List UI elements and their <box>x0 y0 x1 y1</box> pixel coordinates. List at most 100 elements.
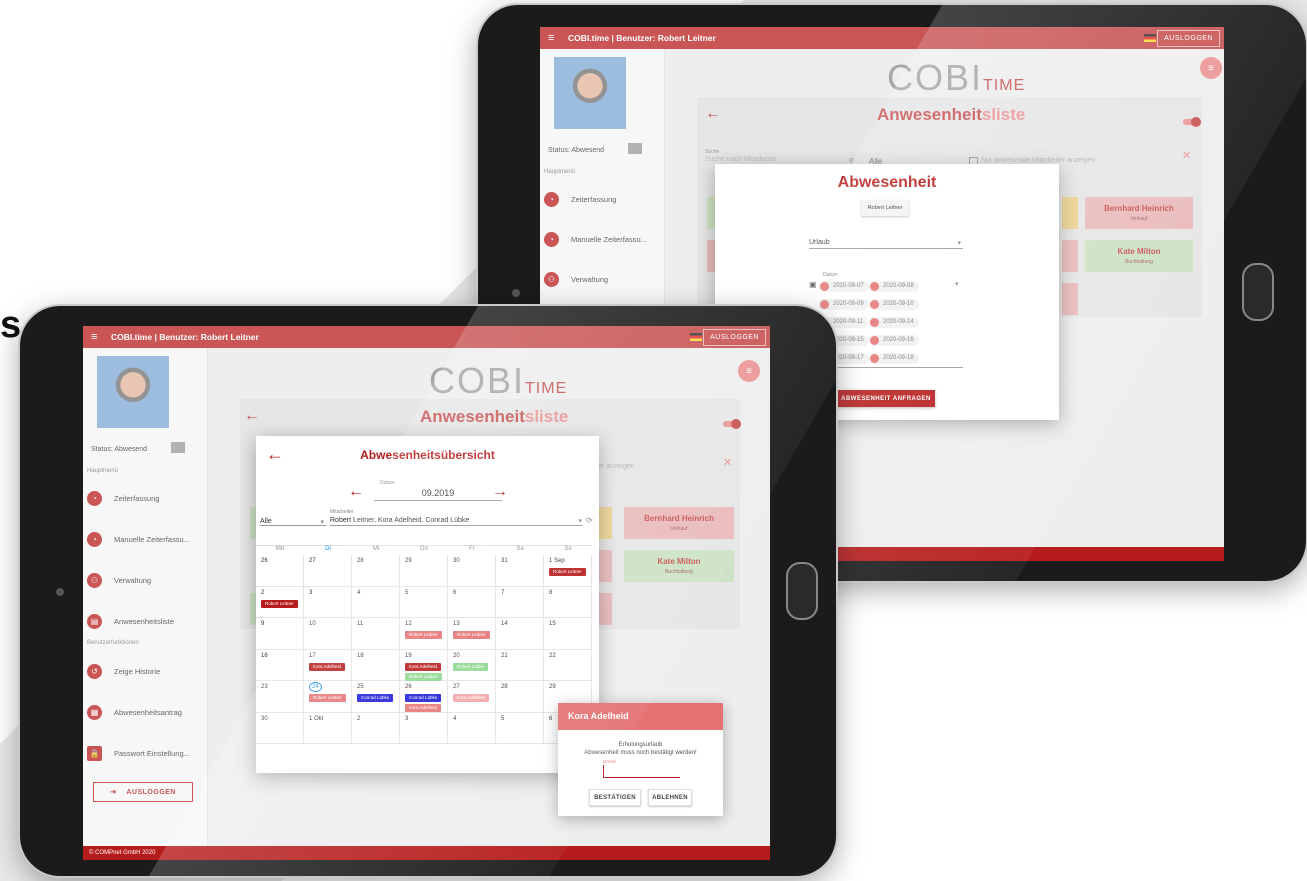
reject-button[interactable]: ABLEHNEN <box>648 789 692 806</box>
calendar-day[interactable]: 28 <box>496 681 544 713</box>
calendar-day[interactable]: 11 <box>352 618 400 650</box>
calendar-event[interactable]: Robert Leitner <box>453 631 490 639</box>
calendar-day[interactable]: 16 <box>256 649 304 681</box>
calendar-event[interactable]: Robert Leitner <box>405 631 442 639</box>
day-number: 4 <box>453 715 457 722</box>
front-screen: ≡ COBI.time | Benutzer: Robert Leitner A… <box>83 326 770 860</box>
filter-select[interactable]: Alle ▾ <box>260 518 326 526</box>
calendar-day[interactable]: 29 <box>400 555 448 587</box>
date-chip[interactable]: 2020-09-08 <box>869 281 919 292</box>
calendar-day[interactable]: 30 <box>256 712 304 744</box>
calendar-day[interactable]: 19 Kora Adelheid Robert Leitner <box>400 649 448 681</box>
calendar-day[interactable]: 12 Robert Leitner <box>400 618 448 650</box>
weekday-header: Sa <box>516 546 524 552</box>
confirm-button[interactable]: BESTÄTIGEN <box>589 789 641 806</box>
reason-input[interactable] <box>603 765 680 778</box>
calendar-event[interactable]: Robert Leitner <box>309 694 346 702</box>
calendar-day[interactable]: 4 <box>448 712 496 744</box>
calendar-day[interactable]: 4 <box>352 586 400 618</box>
day-number: 27 <box>453 684 460 690</box>
absence-popup: Kora Adelheid Erholungsurlaub Abwesenhei… <box>558 703 723 816</box>
day-number: 21 <box>501 652 508 659</box>
refresh-icon[interactable]: ⟳ <box>586 516 593 525</box>
calendar-day[interactable]: 27 <box>304 555 352 587</box>
month-field[interactable]: Datum 09.2019 <box>374 480 502 501</box>
calendar-day[interactable]: 27 Kora Adelheid <box>448 681 496 713</box>
calendar-event[interactable]: Kora Adelheid <box>405 662 442 671</box>
calendar-day[interactable]: 24 Robert Leitner <box>304 681 352 713</box>
day-number: 7 <box>501 589 505 596</box>
chevron-down-icon: ▾ <box>320 519 324 526</box>
popup-header: Kora Adelheid <box>558 703 723 730</box>
calendar-day[interactable]: 2 Robert Leitner <box>256 586 304 618</box>
calendar-day[interactable]: 6 <box>448 586 496 618</box>
day-number: 5 <box>405 589 409 596</box>
calendar-event[interactable]: Conrad Lübke <box>357 694 394 702</box>
user-button[interactable]: Robert Leitner <box>861 200 909 216</box>
calendar-event[interactable]: Kora Adelheid <box>405 704 442 712</box>
date-chip[interactable]: 2020-09-07 <box>819 281 869 292</box>
calendar-day[interactable]: 9 <box>256 618 304 650</box>
weekday-header: So <box>564 546 572 552</box>
calendar-day[interactable]: 26 <box>256 555 304 587</box>
request-absence-button[interactable]: ABWESENHEIT ANFRAGEN <box>837 390 935 407</box>
calendar-day[interactable]: 3 <box>304 586 352 618</box>
calendar-event[interactable]: Robert Leitner <box>261 599 298 608</box>
calendar-day[interactable]: 3 <box>400 712 448 744</box>
date-chip[interactable]: 2020-09-14 <box>869 317 919 328</box>
front-tablet: ≡ COBI.time | Benutzer: Robert Leitner A… <box>20 306 836 876</box>
calendar-day[interactable]: 17 Kora Adelheid <box>304 649 352 681</box>
calendar-day[interactable]: 1 Okt <box>304 712 352 744</box>
weekday-header: Do <box>420 546 428 552</box>
weekday-header: Fr <box>469 546 475 552</box>
calendar-day[interactable]: 2 <box>352 712 400 744</box>
calendar-icon[interactable]: ▣ <box>809 280 817 289</box>
next-month-icon[interactable]: → <box>492 483 508 501</box>
calendar-day[interactable]: 18 <box>352 649 400 681</box>
day-number: 27 <box>309 558 316 564</box>
chevron-down-icon[interactable]: ▾ <box>955 280 959 288</box>
calendar-day[interactable]: 23 <box>256 681 304 713</box>
calendar-day[interactable]: 5 <box>496 712 544 744</box>
calendar-day[interactable]: 13 Robert Leitner <box>448 618 496 650</box>
calendar-day[interactable]: 7 <box>496 586 544 618</box>
home-button <box>1242 263 1274 321</box>
calendar-day[interactable]: 8 <box>544 586 592 618</box>
calendar-day[interactable]: 21 <box>496 649 544 681</box>
day-number: 26 <box>261 558 268 564</box>
date-chip[interactable]: 2020-09-10 <box>869 299 919 310</box>
day-number: 30 <box>261 715 268 722</box>
date-chip[interactable]: 2020-09-18 <box>869 353 919 364</box>
camera <box>512 289 520 297</box>
calendar-day[interactable]: 10 <box>304 618 352 650</box>
calendar-day[interactable]: 22 <box>544 649 592 681</box>
calendar-event[interactable]: Robert Leitner <box>405 672 442 681</box>
employees-select[interactable]: Robert Leitner, Kora Adelheid, Conrad Lü… <box>330 517 582 526</box>
calendar-day[interactable]: 20 Robert Lübke <box>448 649 496 681</box>
day-number: 23 <box>261 684 268 690</box>
calendar-day[interactable]: 28 <box>352 555 400 587</box>
popup-note: Abwesenheit muss noch bestätigt werden! <box>584 750 697 756</box>
calendar-day[interactable]: 30 <box>448 555 496 587</box>
day-number: 17 <box>309 652 316 659</box>
camera <box>56 588 64 596</box>
calendar-day[interactable]: 5 <box>400 586 448 618</box>
stray-letter: s <box>0 304 22 346</box>
calendar-day[interactable]: 25 Conrad Lübke <box>352 681 400 713</box>
day-number: 5 <box>501 715 505 722</box>
calendar-event[interactable]: Kora Adelheid <box>453 694 490 702</box>
calendar-day[interactable]: 1 Sep Robert Leitner <box>544 555 592 587</box>
calendar-day[interactable]: 14 <box>496 618 544 650</box>
calendar-event[interactable]: Robert Leitner <box>549 568 586 576</box>
calendar-event[interactable]: Conrad Lübke <box>405 694 442 702</box>
calendar-event[interactable]: Robert Lübke <box>453 662 489 671</box>
calendar-day[interactable]: 31 <box>496 555 544 587</box>
date-chip[interactable]: 2020-09-16 <box>869 335 919 346</box>
calendar-day[interactable]: 26 Conrad Lübke Kora Adelheid <box>400 681 448 713</box>
calendar-day[interactable]: 15 <box>544 618 592 650</box>
day-number: 15 <box>549 621 556 627</box>
calendar-event[interactable]: Kora Adelheid <box>309 662 346 671</box>
date-chip[interactable]: 2020-09-09 <box>819 299 869 310</box>
prev-month-icon[interactable]: ← <box>348 483 364 501</box>
absence-type-select[interactable]: Urlaub ▾ <box>809 239 963 249</box>
